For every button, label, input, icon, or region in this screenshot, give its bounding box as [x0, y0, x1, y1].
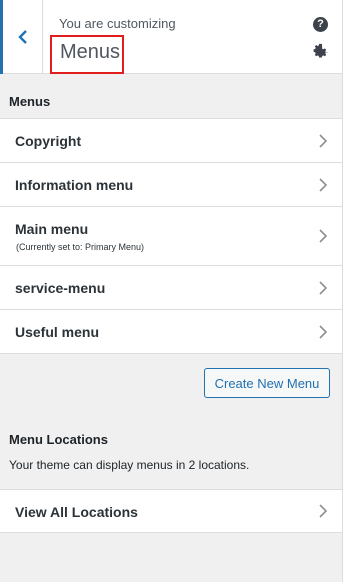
menu-item-copyright[interactable]: Copyright: [0, 119, 343, 163]
page-title: Menus: [60, 41, 121, 63]
chevron-right-icon: [319, 324, 327, 339]
customizer-header: You are customizing Menus ?: [0, 0, 343, 74]
help-icon[interactable]: ?: [313, 17, 328, 32]
menu-item-label: Information menu: [15, 177, 134, 193]
menu-item-useful[interactable]: Useful menu: [0, 310, 343, 354]
chevron-right-icon: [319, 229, 327, 243]
chevron-left-icon: [17, 30, 27, 44]
chevron-right-icon: [319, 133, 327, 148]
menu-locations-title: Menu Locations: [9, 432, 108, 447]
customizing-label: You are customizing: [59, 16, 176, 31]
menu-item-information[interactable]: Information menu: [0, 163, 343, 207]
menu-item-label: Useful menu: [15, 324, 100, 340]
chevron-right-icon: [319, 504, 327, 518]
menu-list: Copyright Information menu Main menu (Cu…: [0, 118, 343, 354]
menu-locations-description: Your theme can display menus in 2 locati…: [9, 458, 250, 472]
menu-item-location-note: (Currently set to: Primary Menu): [16, 242, 145, 252]
menu-item-service[interactable]: service-menu: [0, 266, 343, 310]
back-button[interactable]: [0, 0, 43, 74]
menu-item-label: Main menu: [15, 221, 89, 237]
menu-item-main[interactable]: Main menu (Currently set to: Primary Men…: [0, 207, 343, 266]
menu-item-label: Copyright: [15, 133, 82, 149]
create-new-menu-button[interactable]: Create New Menu: [204, 368, 330, 398]
menu-item-label: service-menu: [15, 280, 106, 296]
title-highlight: Menus: [50, 35, 124, 74]
chevron-right-icon: [319, 280, 327, 295]
chevron-right-icon: [319, 177, 327, 192]
view-all-locations-item[interactable]: View All Locations: [0, 489, 343, 533]
gear-icon[interactable]: [312, 43, 329, 60]
view-all-locations-label: View All Locations: [15, 504, 138, 520]
menus-section-title: Menus: [9, 94, 51, 109]
